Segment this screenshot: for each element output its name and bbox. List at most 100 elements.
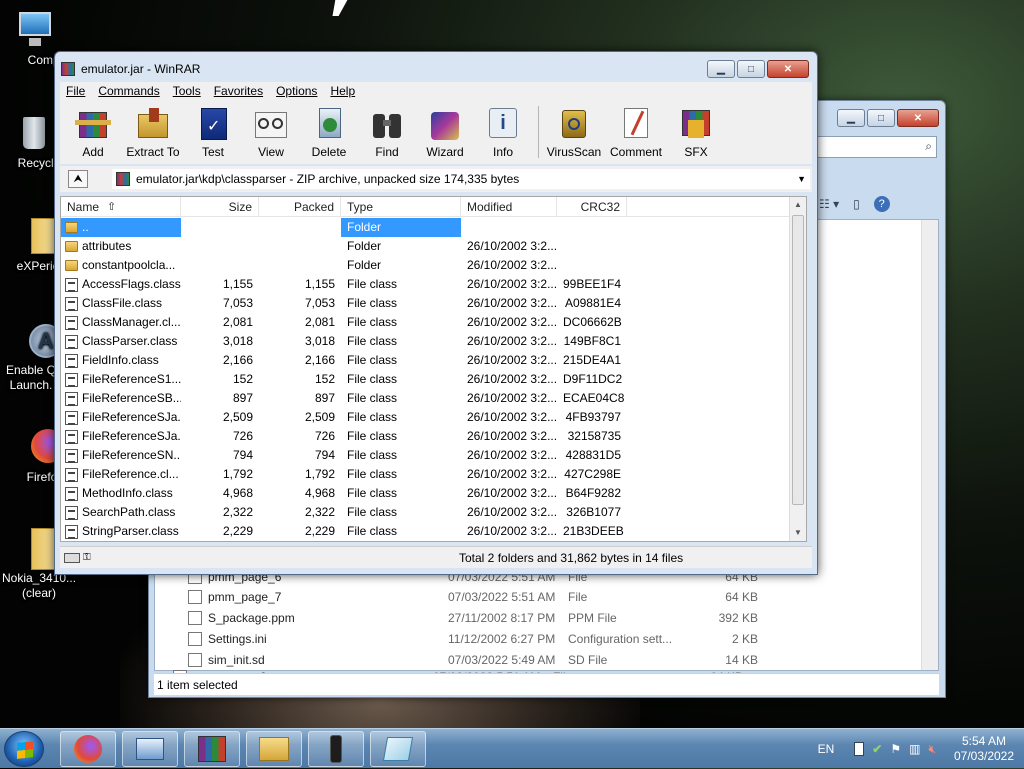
maximize-button[interactable]: □: [867, 109, 895, 127]
delete-button[interactable]: Delete: [300, 100, 358, 164]
file-size: 392 KB: [718, 610, 758, 625]
scroll-thumb[interactable]: [792, 215, 804, 505]
preview-pane-icon[interactable]: ▯: [853, 197, 860, 211]
taskbar-notepad[interactable]: [370, 731, 426, 767]
taskbar-nokia-emulator[interactable]: [308, 731, 364, 767]
test-button[interactable]: ✓ Test: [184, 100, 242, 164]
address-combo[interactable]: emulator.jar\kdp\classparser - ZIP archi…: [112, 169, 810, 189]
table-row[interactable]: FileReferenceS1.... 152 152 File class 26/10…: [61, 370, 791, 389]
list-item[interactable]: S_package.ppm 27/11/2002 8:17 PM PPM File 3…: [188, 607, 788, 628]
table-row[interactable]: attributes Folder 26/10/2002 3:2...: [61, 237, 791, 256]
column-header-modified[interactable]: Modified: [461, 197, 557, 217]
minimize-button[interactable]: ▁: [707, 60, 735, 78]
table-row[interactable]: FileReferenceSJa... 2,509 2,509 File class 2…: [61, 408, 791, 427]
table-row[interactable]: FileReference.cl... 1,792 1,792 File class 2…: [61, 465, 791, 484]
vertical-scrollbar[interactable]: ▲ ▼: [789, 197, 806, 541]
security-check-icon[interactable]: ✔: [872, 742, 882, 756]
cell-crc: [557, 237, 627, 256]
column-header-name[interactable]: Name ⇧: [61, 197, 181, 217]
help-icon[interactable]: ?: [873, 196, 890, 212]
extract-to-button[interactable]: Extract To: [122, 100, 184, 164]
info-button[interactable]: i Info: [474, 100, 532, 164]
table-row[interactable]: constantpoolcla... Folder 26/10/2002 3:2..…: [61, 256, 791, 275]
file-name: FileReferenceSN...: [82, 448, 181, 462]
menu-file[interactable]: File: [66, 84, 85, 98]
file-icon: [65, 429, 78, 444]
close-button[interactable]: ✕: [767, 60, 809, 78]
table-row[interactable]: FileReferenceSB... 897 897 File class 26/10/…: [61, 389, 791, 408]
cell-size: [181, 237, 259, 256]
menu-options[interactable]: Options: [276, 84, 317, 98]
column-header-type[interactable]: Type: [341, 197, 461, 217]
taskbar-winrar[interactable]: [184, 731, 240, 767]
table-row[interactable]: ClassFile.class 7,053 7,053 File class 26/10…: [61, 294, 791, 313]
cell-name: FileReferenceS1....: [61, 370, 181, 389]
table-row[interactable]: AccessFlags.class 1,155 1,155 File class 26/…: [61, 275, 791, 294]
list-item[interactable]: pmm_page_7 07/03/2022 5:51 AM File 64 KB: [188, 586, 788, 607]
comment-button[interactable]: Comment: [605, 100, 667, 164]
menu-help[interactable]: Help: [330, 84, 355, 98]
column-header-crc32[interactable]: CRC32: [557, 197, 627, 217]
language-indicator[interactable]: EN: [818, 742, 835, 756]
search-input[interactable]: ⌕: [817, 136, 937, 158]
cell-size: 897: [232, 391, 253, 405]
file-name: S_package.ppm: [208, 610, 295, 625]
flag-icon[interactable]: ⚑: [890, 742, 901, 756]
start-button[interactable]: [4, 731, 44, 767]
wizard-button[interactable]: Wizard: [416, 100, 474, 164]
table-row[interactable]: FileReferenceSN... 794 794 File class 26/10/…: [61, 446, 791, 465]
minimize-button[interactable]: ▁: [837, 109, 865, 127]
table-row[interactable]: ClassManager.cl... 2,081 2,081 File class 26…: [61, 313, 791, 332]
tool-label: SFX: [684, 145, 708, 159]
archive-file-list[interactable]: Name ⇧ Size Packed Type Modified CRC32 ..…: [60, 196, 807, 542]
up-folder-button[interactable]: ⮝: [68, 170, 88, 188]
chevron-down-icon[interactable]: ▼: [797, 174, 806, 184]
volume-muted-icon[interactable]: 🔇︎: [928, 742, 936, 757]
table-row[interactable]: .. Folder: [61, 218, 791, 237]
file-icon: [65, 391, 78, 406]
virus-scan-button[interactable]: VirusScan: [543, 100, 605, 164]
table-row[interactable]: StringParser.class 2,229 2,229 File class 26…: [61, 522, 791, 541]
cell-packed: 897: [314, 391, 335, 405]
network-icon[interactable]: ▥: [909, 742, 920, 756]
maximize-button[interactable]: □: [737, 60, 765, 78]
close-button[interactable]: ✕: [897, 109, 939, 127]
taskbar-control-panel[interactable]: [122, 731, 178, 767]
cell-modified: 26/10/2002 3:2...: [467, 448, 557, 462]
table-row[interactable]: SearchPath.class 2,322 2,322 File class 26/1…: [61, 503, 791, 522]
add-button[interactable]: Add: [64, 100, 122, 164]
cell-size: 7,053: [222, 296, 253, 310]
file-name: Settings.ini: [208, 631, 267, 646]
table-row[interactable]: MethodInfo.class 4,968 4,968 File class 26/1…: [61, 484, 791, 503]
list-item[interactable]: Settings.ini 11/12/2002 6:27 PM Configurat…: [188, 628, 788, 649]
cell-packed: 1,792: [304, 467, 335, 481]
list-item[interactable]: sim_init.sd 07/03/2022 5:49 AM SD File 14 K…: [188, 649, 788, 670]
cell-type: Folder: [347, 258, 382, 272]
taskbar-explorer[interactable]: [246, 731, 302, 767]
cell-name: constantpoolcla...: [61, 256, 181, 275]
tool-label: Add: [82, 145, 104, 159]
menu-commands[interactable]: Commands: [98, 84, 159, 98]
column-header-size[interactable]: Size: [181, 197, 259, 217]
taskbar-firefox[interactable]: [60, 731, 116, 767]
file-icon: [65, 353, 78, 368]
sfx-button[interactable]: SFX: [667, 100, 725, 164]
menu-favorites[interactable]: Favorites: [214, 84, 263, 98]
file-size: 14 KB: [725, 652, 758, 667]
view-button[interactable]: View: [242, 100, 300, 164]
cell-size: 2,509: [222, 410, 253, 424]
scroll-down-arrow-icon[interactable]: ▼: [790, 525, 806, 541]
view-options-icon[interactable]: ☷ ▾: [819, 197, 839, 211]
winrar-window[interactable]: emulator.jar - WinRAR ▁ □ ✕ File Command…: [54, 51, 818, 575]
column-header-packed[interactable]: Packed: [259, 197, 341, 217]
sfx-icon: [678, 106, 714, 142]
table-row[interactable]: FileReferenceSJa... 726 726 File class 26/10…: [61, 427, 791, 446]
table-row[interactable]: FieldInfo.class 2,166 2,166 File class 26/10…: [61, 351, 791, 370]
table-row[interactable]: ClassParser.class 3,018 3,018 File class 26/…: [61, 332, 791, 351]
find-button[interactable]: Find: [358, 100, 416, 164]
device-icon[interactable]: [854, 742, 865, 756]
scroll-up-arrow-icon[interactable]: ▲: [790, 197, 806, 213]
cell-modified: 26/10/2002 3:2...: [467, 467, 557, 481]
menu-tools[interactable]: Tools: [173, 84, 201, 98]
clock[interactable]: 5:54 AM 07/03/2022: [944, 734, 1024, 764]
